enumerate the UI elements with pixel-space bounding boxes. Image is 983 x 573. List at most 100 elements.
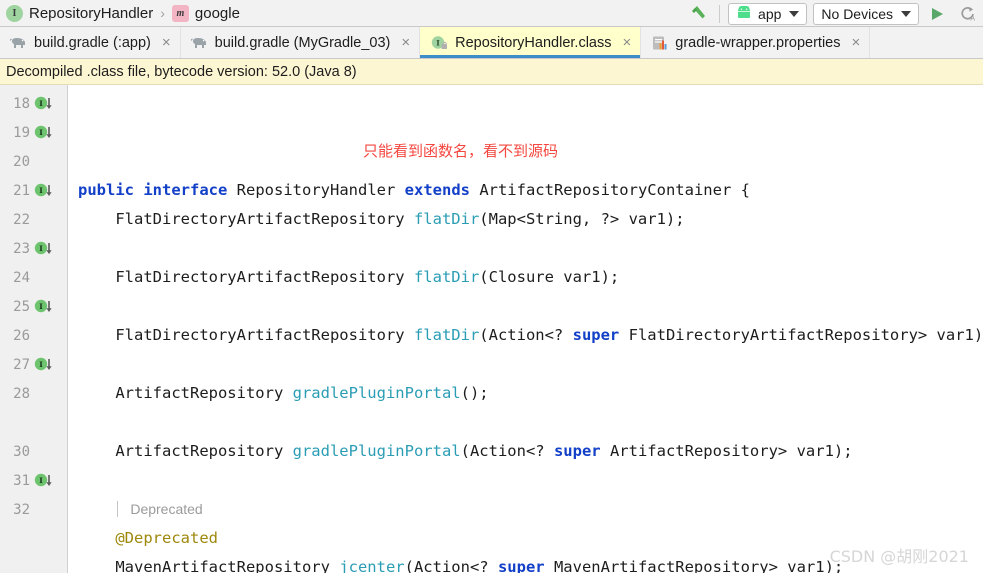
implemented-method-icon[interactable]: I	[34, 96, 56, 112]
gutter-line: 28	[0, 379, 67, 408]
run-play-icon[interactable]	[925, 3, 949, 25]
toolbar-divider	[719, 4, 721, 23]
code-token: FlatDirectoryArtifactRepository	[78, 268, 414, 286]
gutter-line: 32	[0, 495, 67, 524]
code-token: ();	[460, 384, 489, 402]
code-token: RepositoryHandler	[227, 181, 405, 199]
tab-label: build.gradle (:app)	[34, 34, 151, 51]
tab-gradle-wrapper-properties[interactable]: gradle-wrapper.properties ×	[641, 27, 871, 58]
gutter-line: 20	[0, 147, 67, 176]
chevron-down-icon	[789, 10, 800, 17]
implemented-method-icon[interactable]: I	[34, 241, 56, 257]
code-editor: 18 I 19 I 20 21 I 22 23 I 24 25 I 26 27 I 28…	[0, 85, 983, 573]
class-file-icon: I	[430, 35, 448, 51]
hammer-build-icon[interactable]	[687, 3, 711, 25]
implemented-method-icon[interactable]: I	[34, 473, 56, 489]
editor-gutter: 18 I 19 I 20 21 I 22 23 I 24 25 I 26 27 I 28…	[0, 85, 68, 573]
svg-text:I: I	[39, 360, 43, 369]
gutter-line: 22	[0, 205, 67, 234]
code-line: FlatDirectoryArtifactRepository flatDir(…	[78, 205, 983, 234]
line-number: 22	[13, 211, 30, 228]
gutter-line: 24	[0, 263, 67, 292]
line-number: 21	[13, 182, 30, 199]
code-token-meth: flatDir	[413, 210, 480, 228]
breadcrumb: I RepositoryHandler › m google	[6, 4, 240, 22]
tab-build-gradle-app[interactable]: build.gradle (:app) ×	[0, 27, 181, 58]
svg-text:I: I	[39, 128, 43, 137]
gradle-elephant-icon	[190, 36, 208, 50]
implemented-method-icon[interactable]: I	[34, 183, 56, 199]
close-icon[interactable]: ×	[622, 35, 631, 50]
gutter-line: 26	[0, 321, 67, 350]
gutter-line	[0, 408, 67, 437]
module-selector-dropdown[interactable]: app	[728, 2, 808, 25]
close-icon[interactable]: ×	[162, 35, 171, 50]
code-token: FlatDirectoryArtifactRepository	[78, 210, 414, 228]
device-selector-label: No Devices	[821, 5, 893, 22]
code-token: (Closure var1);	[479, 268, 620, 286]
code-token-kw: interface	[143, 181, 228, 199]
folded-javadoc-label: Deprecated	[117, 501, 203, 517]
code-token-kw: public	[78, 181, 134, 199]
close-icon[interactable]: ×	[851, 35, 860, 50]
apply-code-changes-icon[interactable]: A	[955, 3, 979, 25]
code-content[interactable]: 只能看到函数名，看不到源码 public interface Repositor…	[68, 85, 983, 573]
code-token: ArtifactRepositoryContainer {	[469, 181, 750, 199]
code-token: (Map<String, ?> var1);	[479, 210, 685, 228]
tab-build-gradle-mygradle03[interactable]: build.gradle (MyGradle_03) ×	[181, 27, 421, 58]
code-token: (Action<?	[460, 442, 554, 460]
implemented-method-icon[interactable]: I	[34, 125, 56, 141]
folded-javadoc-region[interactable]: Deprecated	[78, 495, 983, 524]
run-toolbar: app No Devices A	[687, 0, 983, 27]
code-token: (Action<?	[479, 326, 573, 344]
implemented-method-icon[interactable]: I	[34, 299, 56, 315]
close-icon[interactable]: ×	[401, 35, 410, 50]
watermark: CSDN @胡刚2021	[829, 547, 969, 566]
module-selector-label: app	[758, 5, 782, 22]
svg-text:I: I	[39, 302, 43, 311]
gutter-line: 21 I	[0, 176, 67, 205]
implemented-method-icon[interactable]: I	[34, 357, 56, 373]
code-token-kw: extends	[404, 181, 470, 199]
code-token-kw: super	[497, 558, 545, 573]
code-token-meth: gradlePluginPortal	[292, 442, 461, 460]
gutter-line: 31 I	[0, 466, 67, 495]
line-number: 32	[13, 501, 30, 518]
interface-icon: I	[6, 4, 23, 22]
editor-tab-strip: build.gradle (:app) × build.gradle (MyGr…	[0, 27, 983, 59]
line-number: 31	[13, 472, 30, 489]
code-token: ArtifactRepository	[78, 442, 293, 460]
breadcrumb-separator-icon: ›	[160, 5, 165, 21]
tab-repositoryhandler-class[interactable]: I RepositoryHandler.class ×	[420, 27, 642, 58]
breadcrumb-label-method: google	[194, 4, 240, 22]
code-token: (Action<?	[404, 558, 498, 573]
code-token: MavenArtifactRepository	[78, 558, 340, 573]
line-number: 19	[13, 124, 30, 141]
breadcrumb-item-class[interactable]: I RepositoryHandler	[6, 4, 154, 22]
red-annotation-text: 只能看到函数名，看不到源码	[363, 142, 559, 160]
svg-text:I: I	[436, 38, 440, 47]
code-token-meth: gradlePluginPortal	[292, 384, 461, 402]
svg-text:I: I	[39, 244, 43, 253]
svg-text:I: I	[39, 186, 43, 195]
gutter-line: 25 I	[0, 292, 67, 321]
chevron-down-icon	[901, 10, 911, 17]
code-line: FlatDirectoryArtifactRepository flatDir(…	[78, 263, 983, 292]
navigation-bar: I RepositoryHandler › m google app No De…	[0, 0, 983, 27]
line-number: 30	[13, 443, 30, 460]
code-token-meth: flatDir	[413, 326, 480, 344]
gutter-line: 18 I	[0, 89, 67, 118]
code-token: ArtifactRepository	[78, 384, 293, 402]
breadcrumb-item-method[interactable]: m google	[171, 4, 240, 22]
properties-file-icon	[651, 35, 668, 51]
device-selector-dropdown[interactable]: No Devices	[813, 2, 919, 25]
breadcrumb-label-class: RepositoryHandler	[29, 4, 154, 22]
code-line: FlatDirectoryArtifactRepository flatDir(…	[78, 321, 983, 350]
line-number: 20	[13, 153, 30, 170]
code-token: FlatDirectoryArtifactRepository> var1);	[619, 326, 983, 344]
code-token-kw: super	[553, 442, 601, 460]
